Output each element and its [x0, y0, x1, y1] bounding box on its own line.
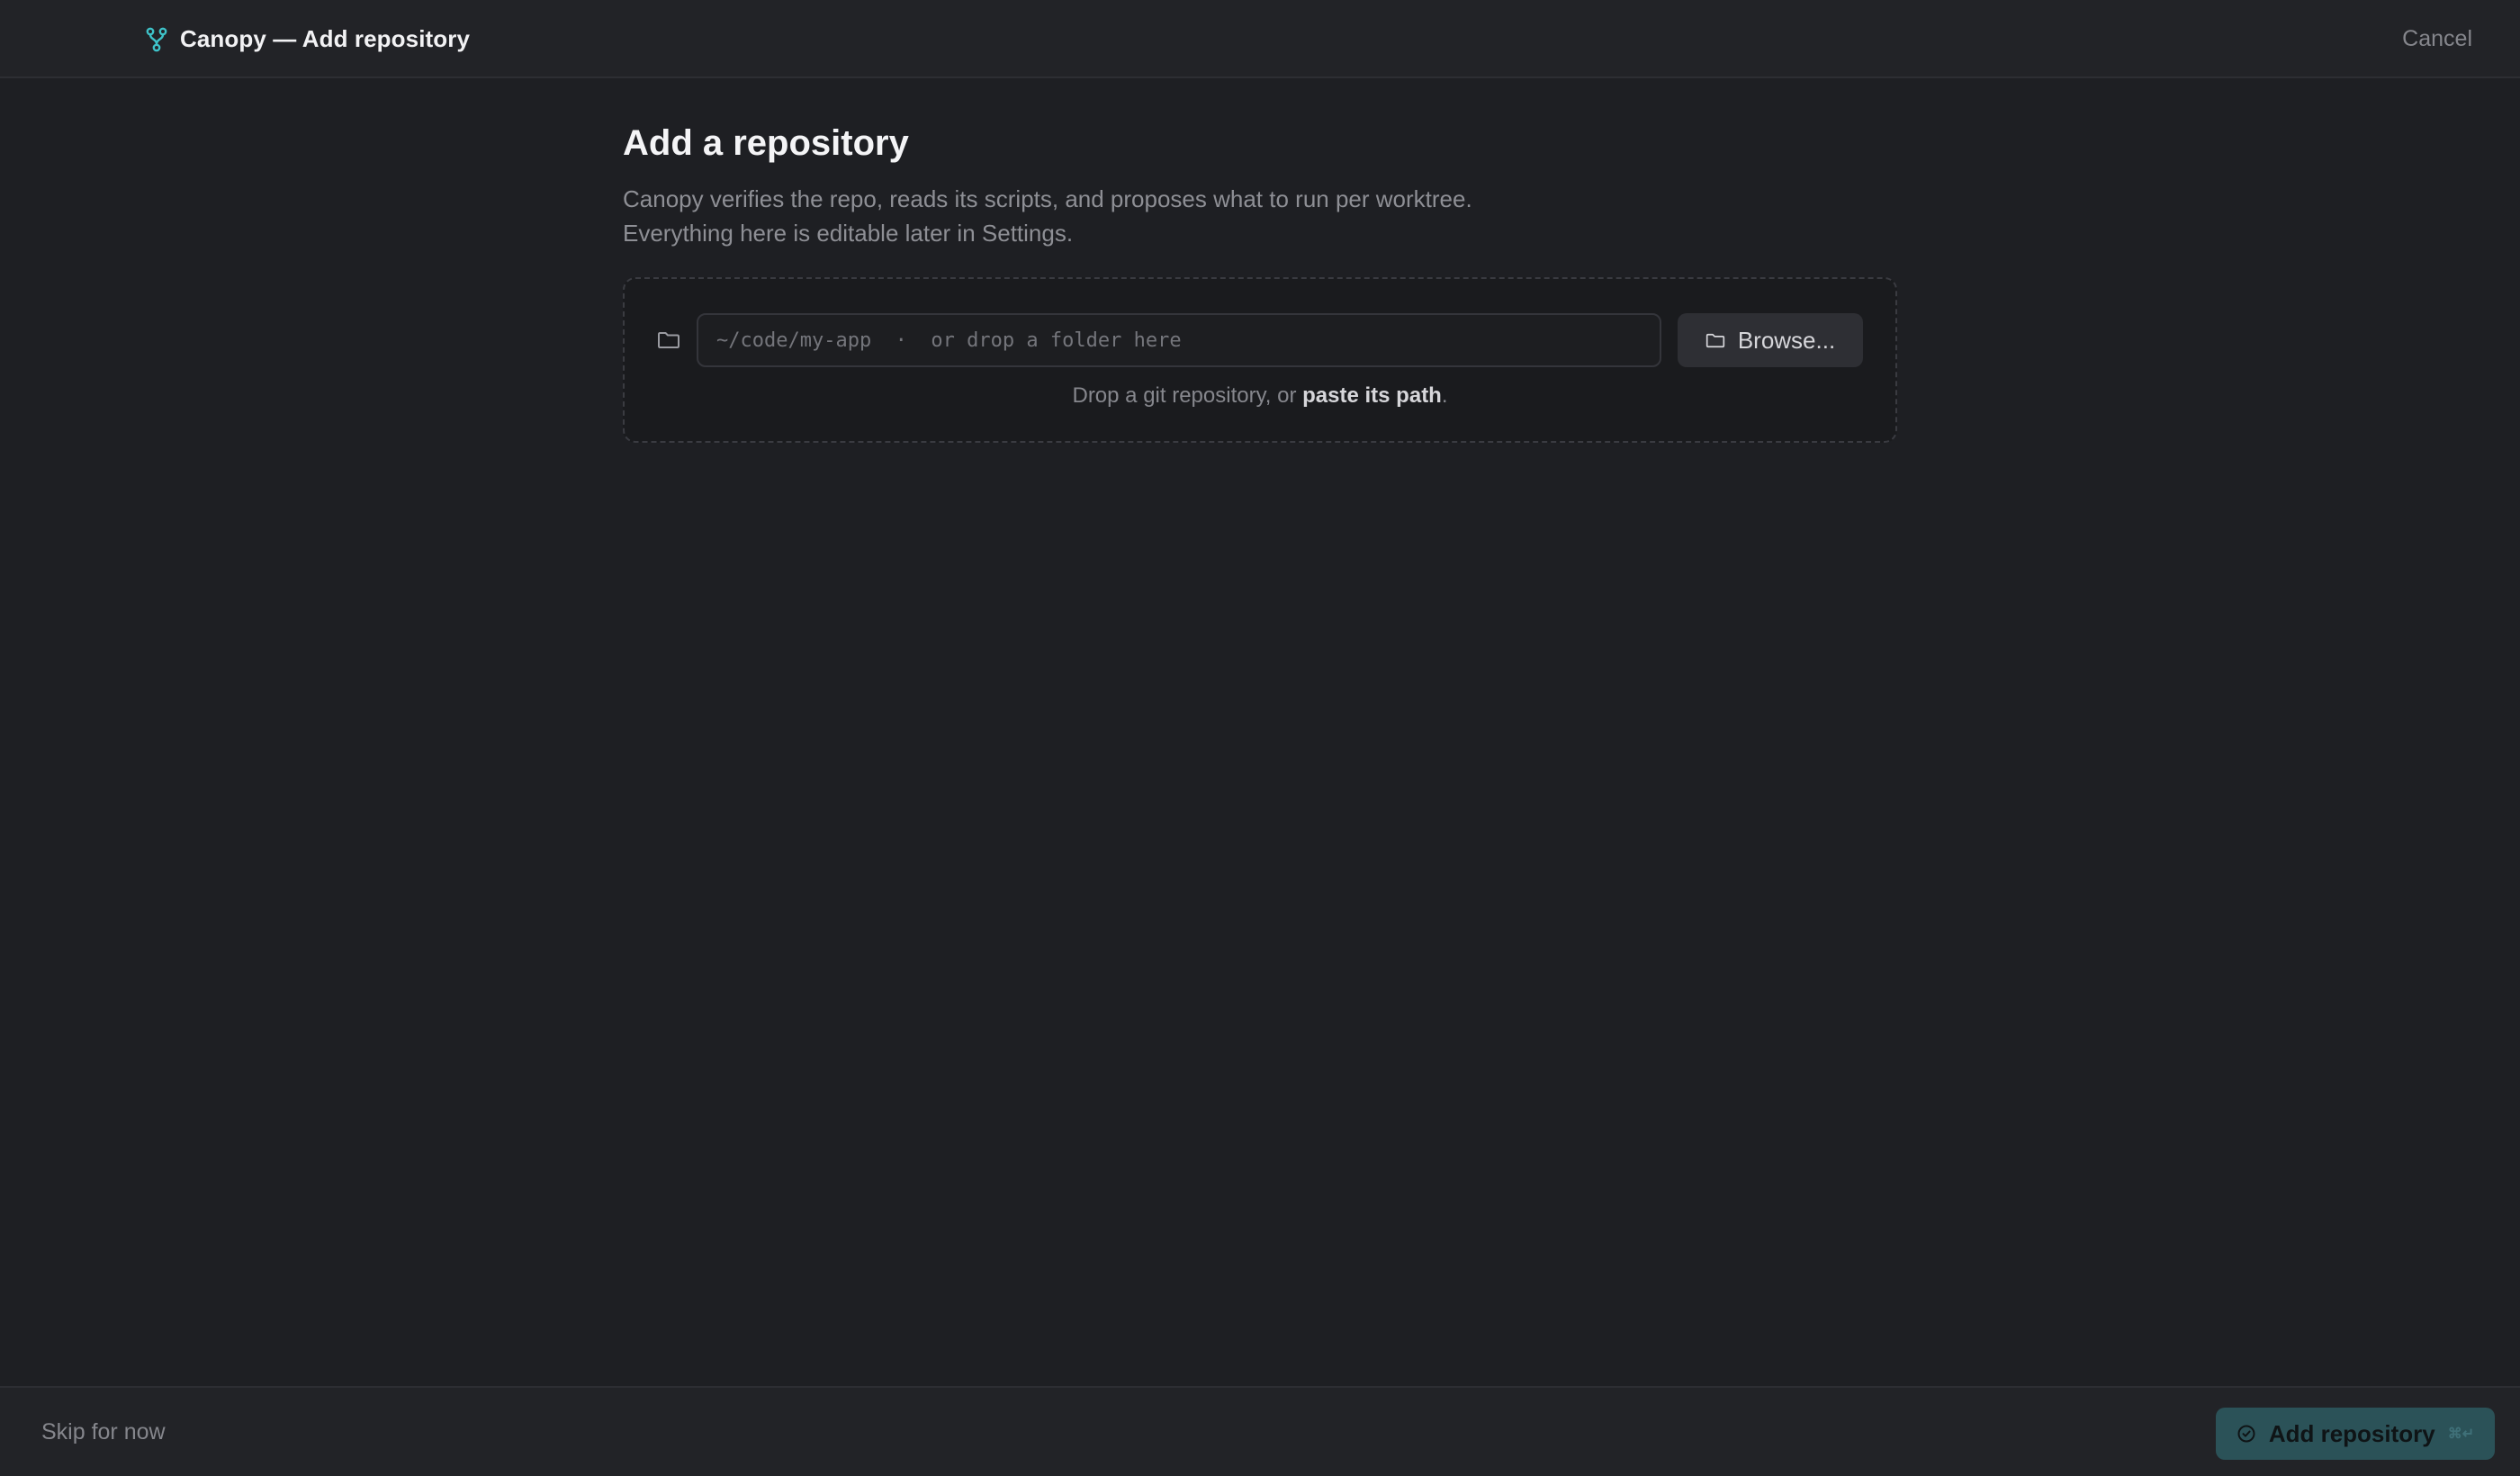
footer-bar: Skip for now Add repository ⌘↵	[0, 1386, 2520, 1476]
paste-path-hint: paste its path	[1302, 383, 1442, 408]
folder-icon	[658, 332, 680, 348]
title-bar: Canopy — Add repository Cancel	[0, 0, 2520, 78]
drop-hint-prefix: Drop a git repository, or	[1072, 383, 1303, 408]
git-branch-icon	[146, 27, 167, 51]
keyboard-shortcut-hint: ⌘↵	[2447, 1426, 2475, 1442]
skip-for-now-button[interactable]: Skip for now	[41, 1388, 166, 1476]
repository-drop-zone[interactable]: Browse... Drop a git repository, or past…	[623, 277, 1897, 443]
window-title: Canopy — Add repository	[180, 25, 471, 52]
main-content: Add a repository Canopy verifies the rep…	[623, 119, 1897, 443]
page-title: Add a repository	[623, 123, 909, 163]
check-circle-icon	[2237, 1425, 2255, 1443]
drop-hint-suffix: .	[1441, 383, 1448, 408]
drop-hint: Drop a git repository, or paste its path…	[625, 383, 1895, 409]
cancel-button[interactable]: Cancel	[2402, 0, 2472, 78]
browse-button-label: Browse...	[1737, 326, 1836, 354]
add-repository-label: Add repository	[2268, 1419, 2435, 1447]
subtitle-line-1: Canopy verifies the repo, reads its scri…	[623, 185, 1472, 212]
add-repository-button[interactable]: Add repository ⌘↵	[2216, 1408, 2495, 1460]
app-title: Canopy — Add repository	[146, 0, 470, 78]
folder-icon	[1706, 333, 1724, 347]
repository-path-input[interactable]	[697, 313, 1661, 367]
page-subtitle: Canopy verifies the repo, reads its scri…	[623, 182, 1897, 250]
subtitle-line-2: Everything here is editable later in Set…	[623, 220, 1074, 247]
browse-button[interactable]: Browse...	[1678, 313, 1863, 367]
path-row: Browse...	[657, 313, 1863, 367]
